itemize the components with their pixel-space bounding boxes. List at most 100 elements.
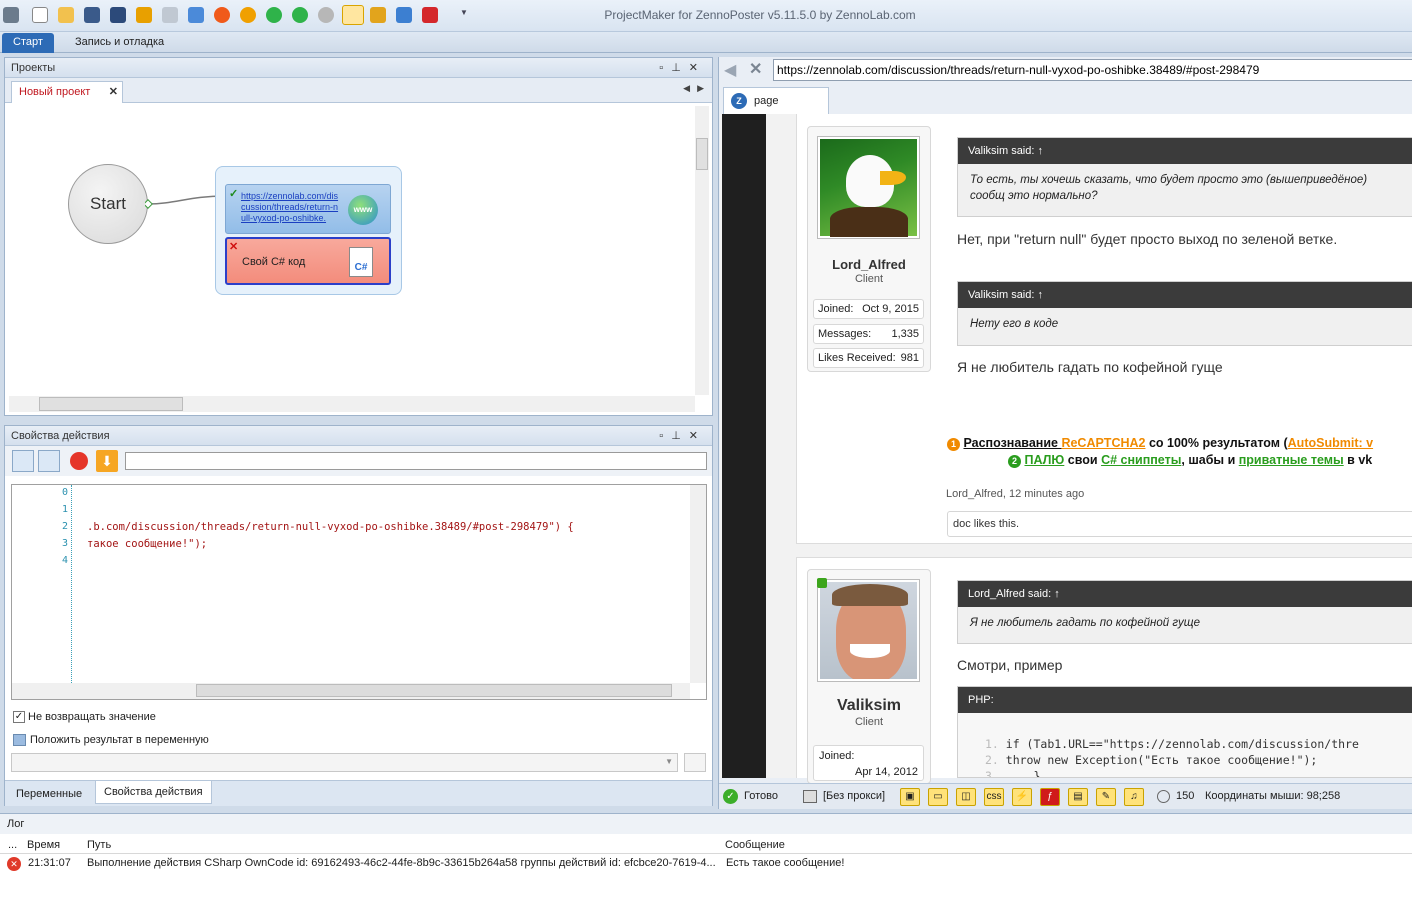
quote-author[interactable]: Lord_Alfred said: ↑ [958, 581, 1412, 607]
sig-link[interactable]: приватные темы [1239, 453, 1344, 467]
tab-variables[interactable]: Переменные [9, 784, 89, 804]
close-project-icon[interactable] [422, 7, 438, 23]
joined-stat: Joined: Oct 9, 2015 [813, 299, 924, 319]
put-result-checkbox[interactable] [13, 734, 26, 746]
undo-icon[interactable] [136, 7, 152, 23]
edit-view-icon[interactable] [38, 450, 60, 472]
new-file-icon[interactable] [32, 7, 48, 23]
code-editor[interactable]: 0 1 2 3 4 .b.com/discussion/threads/retu… [11, 484, 707, 700]
quote-author[interactable]: Valiksim said: ↑ [958, 138, 1412, 164]
sig-link[interactable]: C# сниппеты [1101, 453, 1181, 467]
post-message: Нет, при "return null" будет просто выхо… [957, 231, 1338, 247]
navigate-url-action[interactable]: ✓ https://zennolab.com/discussion/thread… [225, 184, 391, 234]
app-icon [3, 7, 19, 23]
code-line[interactable]: такое сообщение!"); [87, 538, 207, 550]
browser-tab[interactable]: Z page [723, 87, 829, 114]
quote-text: Нету его в коде [970, 318, 1059, 330]
browser-toggle-icon[interactable] [342, 5, 364, 25]
avatar-valiksim[interactable] [818, 580, 919, 681]
pin-icon[interactable]: ⊥ [671, 62, 689, 74]
likes-summary[interactable]: doc likes this. [947, 511, 1412, 537]
save-icon[interactable] [84, 7, 100, 23]
stop-icon[interactable] [318, 7, 334, 23]
start-node[interactable]: Start [68, 164, 148, 244]
quote-author[interactable]: Valiksim said: ↑ [958, 282, 1412, 308]
log-row[interactable]: ✕ 21:31:07 Выполнение действия CSharp Ow… [0, 855, 1412, 873]
vertical-scroll-thumb[interactable] [696, 138, 708, 170]
editor-horizontal-scrollbar[interactable] [12, 683, 690, 699]
step-icon[interactable] [292, 7, 308, 23]
properties-bottom-tabs: Переменные Свойства действия [5, 780, 712, 806]
quick-access-dropdown-icon[interactable]: ▼ [460, 8, 468, 17]
record-icon[interactable] [214, 7, 230, 23]
table-view-icon[interactable] [12, 450, 34, 472]
chevron-down-icon[interactable]: ▼ [665, 757, 673, 766]
close-tab-icon[interactable]: ✕ [109, 82, 118, 102]
vertical-scrollbar[interactable] [695, 106, 709, 395]
editor-scroll-thumb[interactable] [196, 684, 672, 697]
plugins-toggle-icon[interactable]: ⚡ [1012, 788, 1032, 806]
pin-icon[interactable]: ⊥ [671, 430, 689, 442]
popup-toggle-icon[interactable]: ▤ [1068, 788, 1088, 806]
code-line[interactable]: .b.com/discussion/threads/return-null-vy… [87, 521, 574, 533]
window-title: ProjectMaker for ZennoPoster v5.11.5.0 b… [604, 8, 916, 22]
no-return-checkbox[interactable]: ✓ [13, 711, 25, 723]
stop-loading-icon[interactable]: ✕ [749, 59, 762, 79]
log-col-path[interactable]: Путь [87, 836, 111, 854]
log-col-options[interactable]: ... [8, 836, 17, 854]
www-globe-icon: www [348, 195, 378, 225]
images-toggle-icon[interactable]: ▣ [900, 788, 920, 806]
minimize-icon[interactable]: ▫ [659, 430, 671, 442]
sig-link[interactable]: AutoSubmit: v [1288, 436, 1373, 450]
scroll-left-icon[interactable]: ◀ [683, 83, 690, 94]
tab-record-debug[interactable]: Запись и отладка [64, 33, 175, 53]
horizontal-scrollbar[interactable] [9, 396, 695, 412]
csharp-code-action[interactable]: ✕ Свой C# код C# [225, 237, 391, 285]
messages-value: 1,335 [891, 328, 919, 340]
save-as-icon[interactable] [110, 7, 126, 23]
copy-icon[interactable] [684, 753, 706, 772]
post-meta[interactable]: Lord_Alfred, 12 minutes ago [946, 488, 1084, 500]
tab-start[interactable]: Старт [2, 33, 54, 53]
tab-new-project[interactable]: Новый проект ✕ [11, 81, 123, 103]
css-toggle-icon[interactable]: css [984, 788, 1004, 806]
back-arrow-icon[interactable]: ◀ [724, 60, 736, 80]
close-icon[interactable]: ✕ [689, 430, 706, 442]
post-username[interactable]: Lord_Alfred [808, 257, 930, 272]
open-folder-icon[interactable] [58, 7, 74, 23]
close-icon[interactable]: ✕ [689, 62, 706, 74]
avatar-eagle[interactable] [818, 137, 919, 238]
address-bar[interactable] [773, 59, 1412, 81]
quote-block: Valiksim said: ↑ Нету его в коде [957, 281, 1412, 346]
redo-icon[interactable] [162, 7, 178, 23]
status-proxy[interactable]: [Без прокси] [823, 790, 885, 802]
frames-toggle-icon[interactable]: ▭ [928, 788, 948, 806]
tab-action-properties[interactable]: Свойства действия [95, 781, 212, 804]
play-icon[interactable] [266, 7, 282, 23]
log-col-message[interactable]: Сообщение [725, 836, 785, 854]
sig-link[interactable]: Распознавание [963, 436, 1061, 450]
hourglass-icon[interactable] [370, 7, 386, 23]
action-name-input[interactable] [125, 452, 707, 470]
horizontal-scroll-thumb[interactable] [39, 397, 183, 411]
sig-link[interactable]: ПАЛЮ [1024, 453, 1064, 467]
capture-toggle-icon[interactable]: ◫ [956, 788, 976, 806]
flash-toggle-icon[interactable]: ƒ [1040, 788, 1060, 806]
window-icon[interactable] [188, 7, 204, 23]
scroll-right-icon[interactable]: ▶ [697, 83, 704, 94]
down-arrow-icon[interactable]: ⬇ [96, 450, 118, 472]
java-toggle-icon[interactable]: ✎ [1096, 788, 1116, 806]
log-message: Есть такое сообщение! [726, 857, 845, 869]
variable-select[interactable]: ▼ [11, 753, 678, 772]
log-col-time[interactable]: Время [27, 836, 60, 854]
line-number: 1 [61, 504, 68, 515]
fullscreen-icon[interactable] [396, 7, 412, 23]
editor-vertical-scrollbar[interactable] [690, 485, 706, 683]
post-username[interactable]: Valiksim [808, 697, 930, 715]
minimize-icon[interactable]: ▫ [659, 62, 671, 74]
breakpoint-icon[interactable] [70, 452, 88, 470]
action-url-link[interactable]: https://zennolab.com/discussion/threads/… [241, 191, 341, 224]
refresh-icon[interactable] [240, 7, 256, 23]
sig-link[interactable]: ReCAPTCHA2 [1061, 436, 1145, 450]
sound-toggle-icon[interactable]: ♫ [1124, 788, 1144, 806]
